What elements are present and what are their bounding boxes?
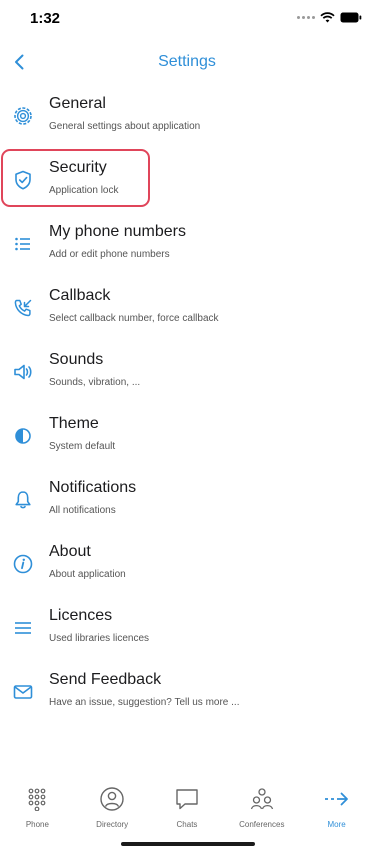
group-icon: [247, 784, 277, 814]
speaker-icon: [10, 359, 36, 385]
shield-icon: [10, 167, 36, 193]
menu-lines-icon: [10, 615, 36, 641]
settings-item-subtitle: General settings about application: [49, 121, 201, 132]
settings-item-title: My phone numbers: [49, 223, 186, 240]
signal-icon: [297, 16, 315, 19]
settings-item-subtitle: Have an issue, suggestion? Tell us more …: [49, 697, 240, 708]
theme-icon: [10, 423, 36, 449]
nav-header: Settings: [0, 44, 374, 80]
settings-item-title: Sounds: [49, 351, 104, 368]
settings-item-title: Security: [49, 159, 107, 176]
envelope-icon: [10, 679, 36, 705]
settings-item-title: Notifications: [49, 479, 137, 496]
settings-item-send-feedback[interactable]: Send Feedback Have an issue, suggestion?…: [0, 658, 374, 722]
settings-item-subtitle: Add or edit phone numbers: [49, 249, 170, 260]
wifi-icon: [320, 12, 335, 23]
settings-list: General General settings about applicati…: [0, 82, 374, 722]
settings-screen: 1:32 Settings General General settings a…: [0, 0, 374, 850]
settings-item-notifications[interactable]: Notifications All notifications: [0, 466, 374, 530]
battery-icon: [340, 12, 362, 23]
arrow-right-icon: [322, 784, 352, 814]
settings-item-title: Callback: [49, 287, 111, 304]
page-title: Settings: [158, 53, 216, 70]
settings-item-about[interactable]: About About application: [0, 530, 374, 594]
contact-icon: [97, 784, 127, 814]
settings-item-subtitle: All notifications: [49, 505, 116, 516]
tab-label: Directory: [96, 820, 129, 829]
tab-bar: Phone Directory Chats Conferences More: [0, 776, 374, 834]
dialpad-icon: [22, 784, 52, 814]
settings-item-subtitle: Select callback number, force callback: [49, 313, 219, 324]
settings-item-title: Theme: [49, 415, 99, 432]
settings-item-subtitle: About application: [49, 569, 126, 580]
settings-item-licences[interactable]: Licences Used libraries licences: [0, 594, 374, 658]
tab-label: Phone: [25, 820, 49, 829]
tab-more[interactable]: More: [300, 776, 374, 834]
status-time: 1:32: [30, 10, 61, 27]
home-indicator: [121, 842, 255, 846]
settings-item-sounds[interactable]: Sounds Sounds, vibration, ...: [0, 338, 374, 402]
gear-icon: [10, 103, 36, 129]
settings-item-security[interactable]: Security Application lock: [0, 146, 374, 210]
settings-item-theme[interactable]: Theme System default: [0, 402, 374, 466]
status-bar: 1:32: [0, 0, 374, 38]
phone-callback-icon: [10, 295, 36, 321]
tab-directory[interactable]: Directory: [75, 776, 149, 834]
settings-item-callback[interactable]: Callback Select callback number, force c…: [0, 274, 374, 338]
settings-item-title: General: [49, 95, 106, 112]
tab-chats[interactable]: Chats: [150, 776, 224, 834]
tab-label: Conferences: [239, 820, 285, 829]
settings-item-general[interactable]: General General settings about applicati…: [0, 82, 374, 146]
settings-item-title: Licences: [49, 607, 113, 624]
tab-label: Chats: [176, 820, 198, 829]
settings-item-subtitle: Application lock: [49, 185, 119, 196]
settings-item-subtitle: System default: [49, 441, 116, 452]
settings-item-my-phone-numbers[interactable]: My phone numbers Add or edit phone numbe…: [0, 210, 374, 274]
list-icon: [10, 231, 36, 257]
settings-item-title: About: [49, 543, 91, 560]
chat-icon: [172, 784, 202, 814]
status-icons: [297, 12, 362, 23]
settings-item-subtitle: Sounds, vibration, ...: [49, 377, 141, 388]
settings-item-subtitle: Used libraries licences: [49, 633, 150, 644]
tab-conferences[interactable]: Conferences: [225, 776, 299, 834]
info-icon: [10, 551, 36, 577]
bell-icon: [10, 487, 36, 513]
tab-label: More: [327, 820, 346, 829]
tab-phone[interactable]: Phone: [0, 776, 74, 834]
settings-item-title: Send Feedback: [49, 671, 162, 688]
